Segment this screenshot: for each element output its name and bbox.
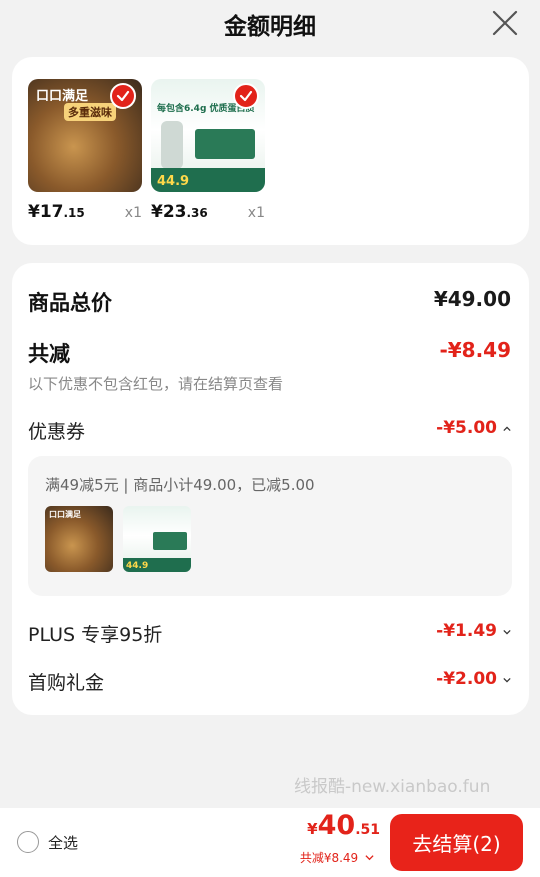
select-all-label[interactable]: 全选 — [48, 832, 78, 853]
plus-row[interactable]: PLUS 专享95折 -¥1.49 — [28, 620, 511, 647]
chevron-down-icon — [503, 629, 511, 635]
total-payable: ¥40.51 — [307, 810, 380, 841]
total-label: 商品总价 — [28, 291, 112, 315]
discount-value: -¥8.49 — [439, 338, 511, 362]
firstbuy-row[interactable]: 首购礼金 -¥2.00 — [28, 668, 511, 695]
coupon-product-thumb: 44.9 — [123, 506, 191, 572]
coupon-value[interactable]: -¥5.00 — [436, 418, 511, 438]
product-price: ¥23.36 — [151, 202, 208, 222]
person-figure — [161, 121, 183, 169]
product-item[interactable]: 每包含6.4g 优质蛋白质 44.9 ¥23.36 x1 — [151, 79, 265, 222]
checkout-button[interactable]: 去结算(2) — [390, 814, 523, 871]
discount-row: 共减 -¥8.49 — [28, 338, 511, 368]
coupon-product-thumb: 口口满足 — [45, 506, 113, 572]
chevron-up-icon — [503, 426, 511, 432]
coupon-detail-text: 满49减5元 | 商品小计49.00，已减5.00 — [45, 476, 315, 494]
coupon-row[interactable]: 优惠券 -¥5.00 — [28, 417, 511, 444]
coupon-detail-box: 满49减5元 | 商品小计49.00，已减5.00 口口满足 44.9 — [28, 456, 512, 596]
plus-value[interactable]: -¥1.49 — [436, 621, 511, 641]
check-icon[interactable] — [233, 83, 259, 109]
plus-label: PLUS 专享95折 — [28, 624, 163, 646]
product-box — [195, 129, 255, 159]
watermark: 线报酷-new.xianbao.fun — [294, 777, 491, 797]
coupon-label: 优惠券 — [28, 421, 86, 443]
header: 金额明细 — [0, 0, 540, 48]
product-thumbnail[interactable]: 每包含6.4g 优质蛋白质 44.9 — [151, 79, 265, 192]
total-row: 商品总价 ¥49.00 — [28, 287, 511, 317]
thumb-subcaption: 多重滋味 — [64, 103, 116, 121]
products-card: 口口满足 多重滋味 ¥17.15 x1 每包含6.4g 优质蛋白质 44.9 ¥… — [12, 57, 529, 245]
thumb-caption: 口口满足 — [36, 89, 89, 104]
close-icon[interactable] — [490, 8, 520, 38]
product-thumbnail[interactable]: 口口满足 多重滋味 — [28, 79, 142, 192]
firstbuy-label: 首购礼金 — [28, 672, 105, 694]
chevron-down-icon — [503, 677, 511, 683]
chevron-down-icon — [365, 855, 374, 861]
saved-amount[interactable]: 共减¥8.49 — [300, 849, 374, 866]
product-item[interactable]: 口口满足 多重滋味 ¥17.15 x1 — [28, 79, 142, 222]
check-icon[interactable] — [110, 83, 136, 109]
firstbuy-value[interactable]: -¥2.00 — [436, 669, 511, 689]
price-details-card: 商品总价 ¥49.00 共减 -¥8.49 以下优惠不包含红包，请在结算页查看 … — [12, 263, 529, 715]
page-title: 金额明细 — [224, 14, 316, 40]
total-value: ¥49.00 — [433, 287, 511, 311]
discount-label: 共减 — [28, 342, 70, 366]
bottom-bar: 全选 ¥40.51 共减¥8.49 去结算(2) — [0, 808, 540, 877]
discount-note: 以下优惠不包含红包，请在结算页查看 — [28, 375, 284, 393]
product-price: ¥17.15 — [28, 202, 85, 222]
product-qty: x1 — [247, 205, 265, 221]
product-qty: x1 — [124, 205, 142, 221]
select-all-radio[interactable] — [17, 831, 39, 853]
thumb-subcaption: 44.9 — [157, 174, 190, 189]
